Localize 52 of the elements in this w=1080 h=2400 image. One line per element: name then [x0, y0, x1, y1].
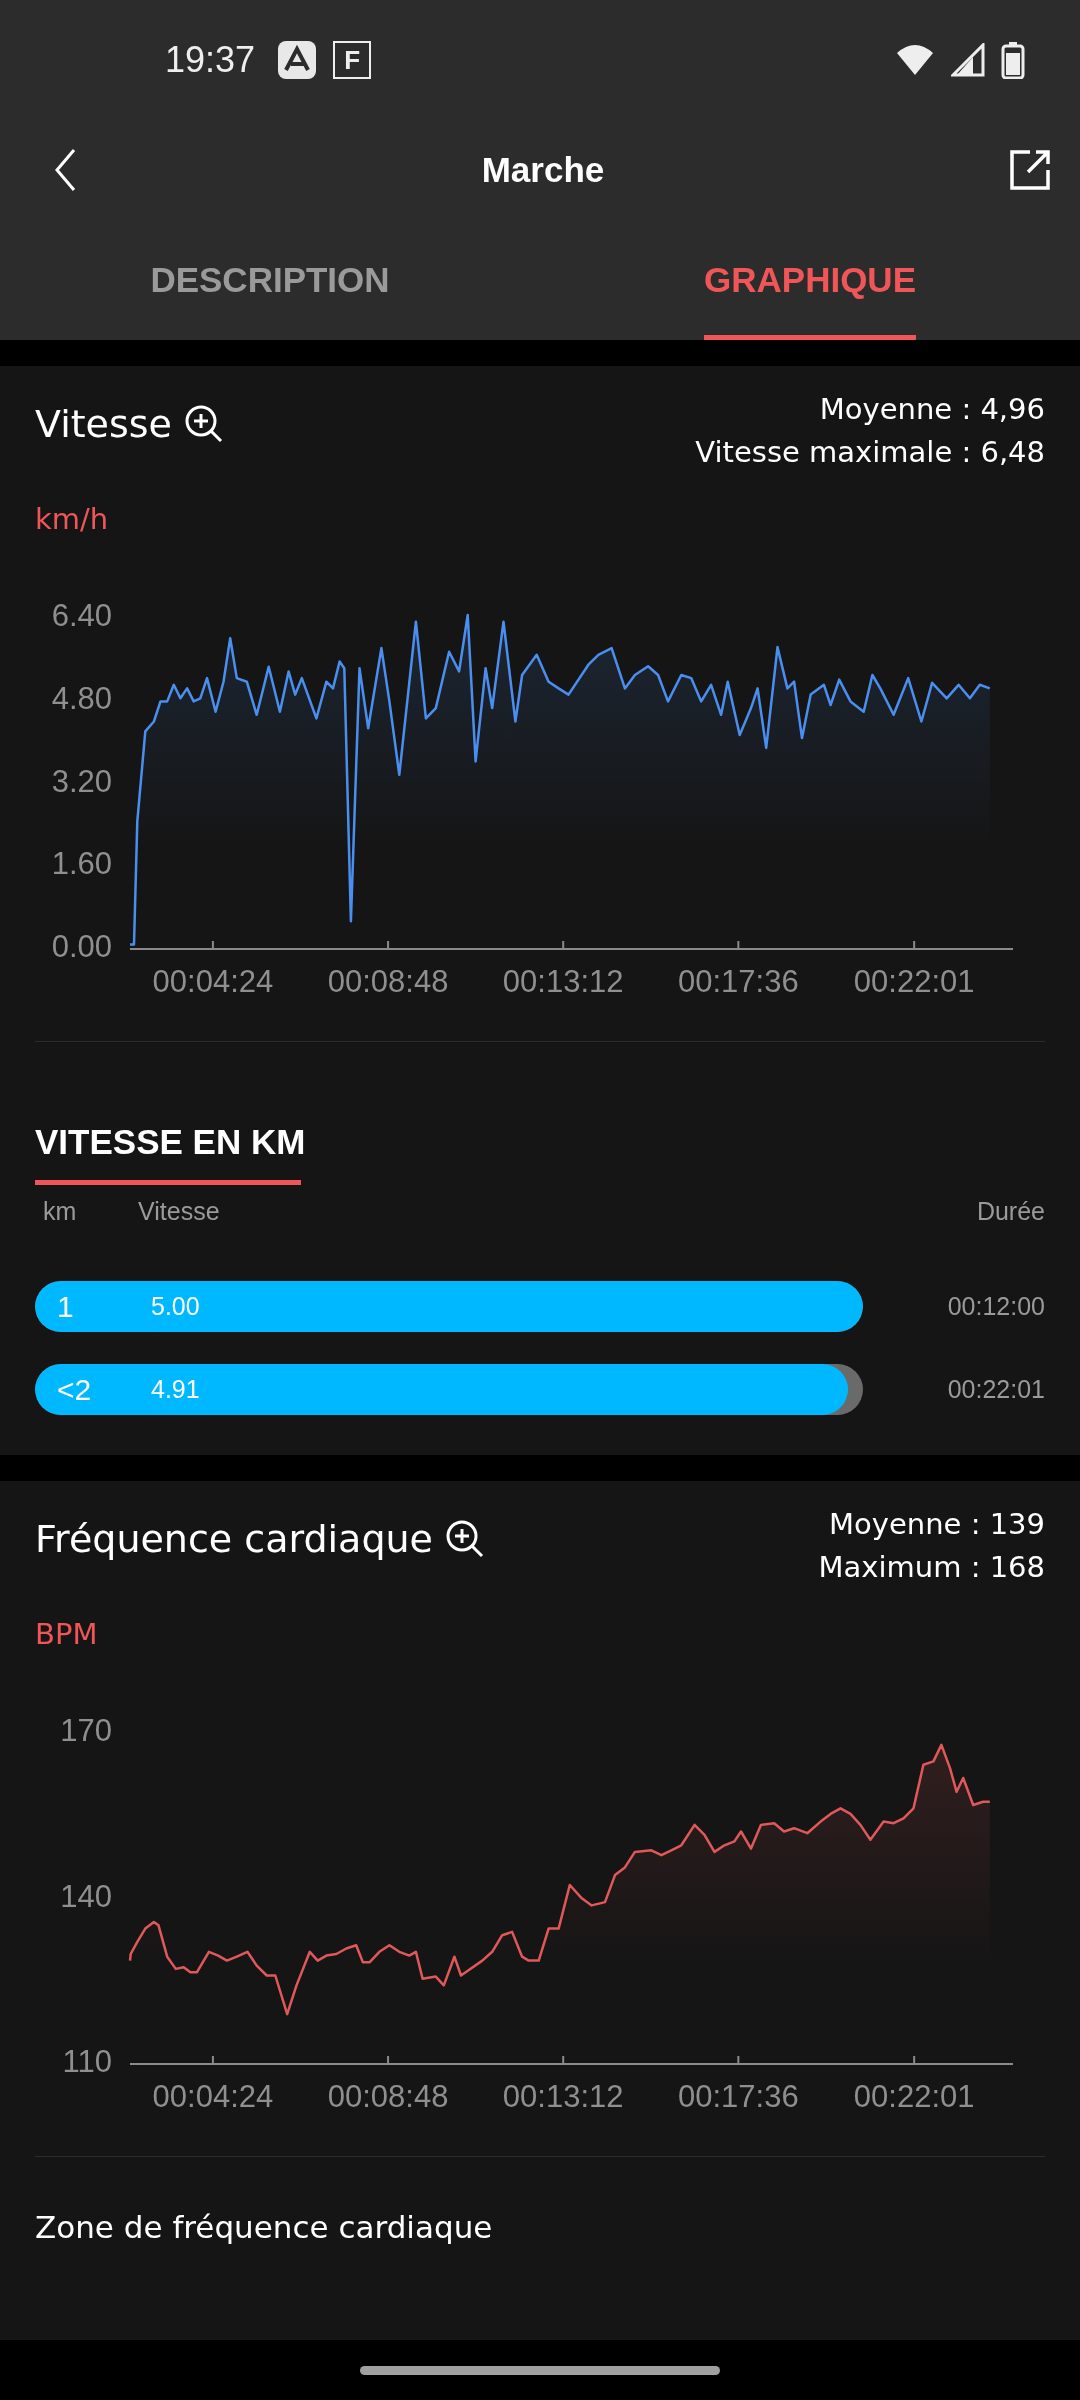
clock-time: 19:37	[165, 39, 256, 81]
axis-label: 00:08:48	[327, 2079, 449, 2114]
axis-label: 00:13:12	[502, 2079, 624, 2114]
stat-text: Vitesse maximale : 6,48	[695, 434, 1045, 471]
duration-value: 00:12:00	[947, 1292, 1045, 1321]
section-title: Fréquence cardiaque	[35, 1517, 433, 1561]
tab[interactable]: DESCRIPTION	[0, 220, 540, 340]
zoom-in-icon	[444, 1519, 485, 1559]
duration-value: 00:22:01	[947, 1375, 1045, 1404]
wifi-icon	[895, 43, 935, 77]
home-indicator[interactable]	[360, 2365, 720, 2375]
axis-label: 1.60	[51, 846, 112, 882]
km-label: 1	[56, 1289, 75, 1324]
axis-label: 110	[62, 2044, 112, 2079]
km-label: <2	[56, 1372, 93, 1407]
speed-value: 5.00	[150, 1292, 200, 1321]
section-title[interactable]: Zone de fréquence cardiaque	[35, 2209, 1045, 2245]
zoom-in-icon	[184, 404, 224, 444]
column-header: Vitesse	[138, 1197, 220, 1226]
unit-label: BPM	[35, 1617, 99, 1651]
axis-label: 3.20	[51, 763, 112, 799]
section-heading: VITESSE EN KM	[35, 1122, 307, 1162]
section-title: Vitesse	[35, 402, 172, 446]
unit-label: km/h	[35, 502, 110, 536]
axis-label: 00:04:24	[152, 964, 274, 999]
stat-text: Moyenne : 4,96	[819, 391, 1045, 428]
signal-icon	[951, 43, 985, 77]
axis-label: 140	[60, 1878, 112, 1914]
axis-label: 00:04:24	[152, 2079, 274, 2114]
axis-label: 6.40	[51, 598, 112, 633]
axis-label: 0.00	[51, 929, 112, 964]
battery-icon	[1001, 41, 1025, 79]
app-notification-badge: F	[333, 41, 372, 79]
speed-value: 4.91	[150, 1375, 200, 1404]
share-icon	[1008, 148, 1052, 192]
axis-label: 00:22:01	[853, 964, 975, 999]
app-notification-icon	[277, 40, 318, 80]
column-header: Durée	[976, 1197, 1045, 1226]
axis-label: 170	[60, 1713, 112, 1748]
chevron-left-icon	[54, 148, 78, 192]
axis-label: 4.80	[51, 680, 112, 716]
axis-label: 00:22:01	[853, 2079, 975, 2114]
stat-text: Moyenne : 139	[829, 1506, 1045, 1543]
stat-text: Maximum : 168	[818, 1549, 1045, 1586]
zoom-in-button[interactable]	[444, 1519, 485, 1559]
screen-title: Marche	[481, 150, 605, 190]
axis-label: 00:17:36	[678, 964, 799, 999]
zoom-in-button[interactable]	[184, 404, 224, 444]
column-header: km	[42, 1197, 78, 1226]
axis-label: 00:08:48	[327, 964, 449, 999]
axis-label: 00:17:36	[678, 2079, 799, 2114]
axis-label: 00:13:12	[502, 964, 624, 999]
